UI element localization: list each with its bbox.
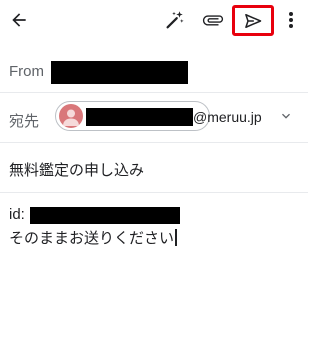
more-vert-icon — [289, 12, 293, 28]
back-arrow-icon — [12, 13, 26, 27]
expand-recipients-button[interactable] — [278, 108, 294, 124]
subject-text: 無料鑑定の申し込み — [9, 162, 145, 179]
body-line-2: そのままお送りください — [9, 230, 175, 247]
from-row[interactable]: From — [0, 50, 308, 92]
compose-toolbar — [0, 0, 308, 42]
attachment-icon — [202, 15, 224, 26]
message-body-input[interactable]: id: そのままお送りください — [0, 196, 308, 353]
from-label: From — [9, 63, 44, 80]
magic-wand-icon — [166, 11, 184, 29]
attach-button[interactable] — [199, 6, 227, 34]
avatar — [59, 104, 83, 128]
person-icon — [63, 109, 79, 126]
divider — [0, 92, 308, 93]
redacted-sender-address — [51, 61, 188, 84]
divider — [0, 142, 308, 143]
redacted-recipient-name — [86, 108, 193, 126]
chevron-down-icon — [282, 113, 290, 119]
text-cursor — [175, 229, 177, 246]
send-icon — [245, 13, 262, 28]
body-line-text: そのままお送りください — [9, 227, 177, 248]
body-line-id: id: — [9, 206, 25, 223]
recipient-chip[interactable]: @meruu.jp — [55, 101, 262, 131]
send-button[interactable] — [232, 5, 274, 36]
compose-screen: From 宛先 @meruu.jp 無料鑑定の申し込み id: そのままお送りく… — [0, 0, 308, 353]
to-label: 宛先 — [9, 113, 40, 130]
divider — [0, 192, 308, 193]
subject-field[interactable]: 無料鑑定の申し込み — [0, 146, 308, 190]
help-me-write-button[interactable] — [160, 6, 188, 34]
back-button[interactable] — [6, 6, 32, 34]
to-row[interactable]: 宛先 @meruu.jp — [0, 96, 308, 140]
recipient-domain: @meruu.jp — [193, 109, 262, 125]
more-options-button[interactable] — [280, 6, 302, 34]
redacted-id-value — [30, 207, 180, 224]
